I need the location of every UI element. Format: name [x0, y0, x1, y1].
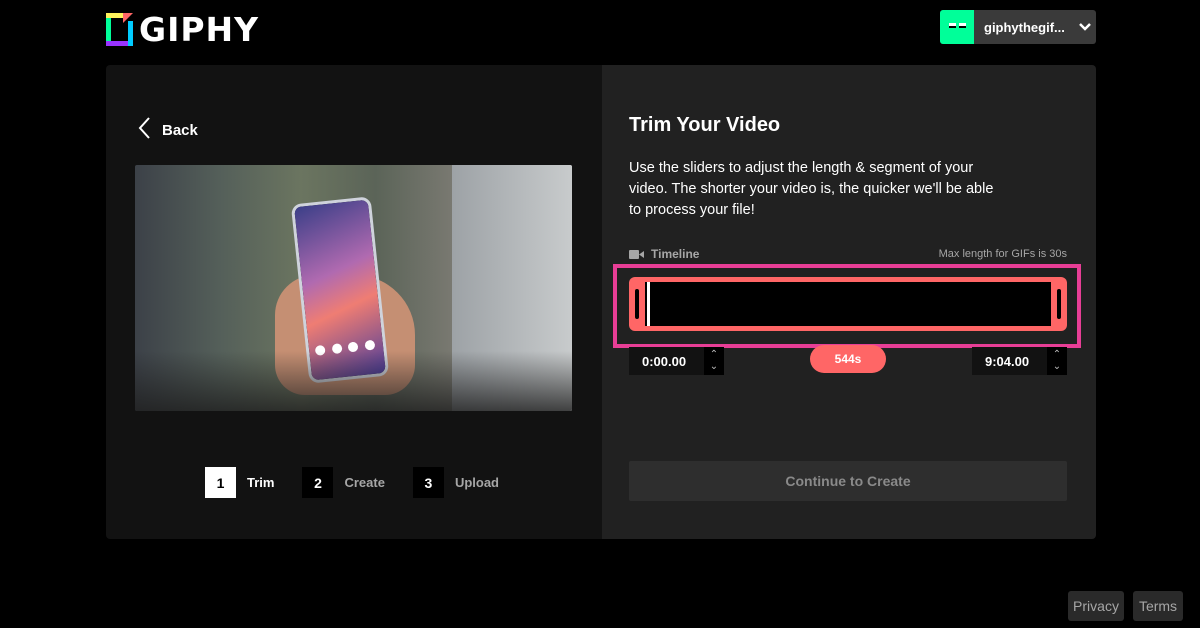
step-create: 2 Create: [302, 467, 385, 498]
step-number: 2: [302, 467, 334, 498]
timeline-highlight-box: [613, 264, 1081, 348]
max-length-note: Max length for GIFs is 30s: [938, 248, 1067, 260]
giphy-logo[interactable]: GIPHY: [106, 9, 260, 49]
step-number: 1: [205, 467, 236, 498]
duration-badge: 544s: [810, 345, 886, 373]
page-title: Trim Your Video: [629, 114, 781, 136]
step-label: Upload: [454, 475, 499, 490]
chevron-up-icon[interactable]: ⌃: [1053, 349, 1061, 361]
chevron-left-icon: [138, 117, 150, 144]
back-button[interactable]: Back: [138, 117, 198, 144]
start-time-value: 0:00.00: [642, 353, 687, 369]
logo-text: GIPHY: [139, 9, 260, 49]
terms-link[interactable]: Terms: [1133, 591, 1183, 621]
giphy-logo-mark-icon: [106, 12, 133, 46]
step-number: 3: [412, 467, 444, 498]
back-label: Back: [162, 122, 198, 139]
video-camera-icon: [629, 249, 644, 260]
chevron-up-icon[interactable]: ⌃: [710, 349, 718, 361]
trim-description: Use the sliders to adjust the length & s…: [629, 160, 994, 218]
timeline-header: Timeline: [629, 247, 699, 261]
continue-to-create-button[interactable]: Continue to Create: [629, 461, 1067, 501]
chevron-down-icon[interactable]: ⌄: [1053, 361, 1061, 373]
start-time-field[interactable]: 0:00.00 ⌃ ⌄: [629, 347, 724, 375]
user-menu-button[interactable]: giphythegif...: [940, 10, 1096, 44]
avatar: [940, 10, 974, 44]
username-label: giphythegif...: [984, 19, 1065, 35]
end-time-field[interactable]: 9:04.00 ⌃ ⌄: [972, 347, 1067, 375]
video-preview: [135, 165, 572, 411]
step-label: Trim: [247, 475, 275, 490]
end-time-stepper[interactable]: ⌃ ⌄: [1047, 347, 1067, 375]
timeline-label: Timeline: [651, 247, 700, 261]
chevron-down-icon[interactable]: ⌄: [710, 361, 718, 373]
step-upload: 3 Upload: [412, 467, 499, 498]
upload-steps: 1 Trim 2 Create 3 Upload: [205, 467, 527, 498]
step-trim: 1 Trim: [205, 467, 274, 498]
chevron-down-icon: [1078, 20, 1092, 34]
end-time-value: 9:04.00: [985, 353, 1030, 369]
start-time-stepper[interactable]: ⌃ ⌄: [704, 347, 724, 375]
step-label: Create: [344, 475, 385, 490]
privacy-link[interactable]: Privacy: [1068, 591, 1124, 621]
